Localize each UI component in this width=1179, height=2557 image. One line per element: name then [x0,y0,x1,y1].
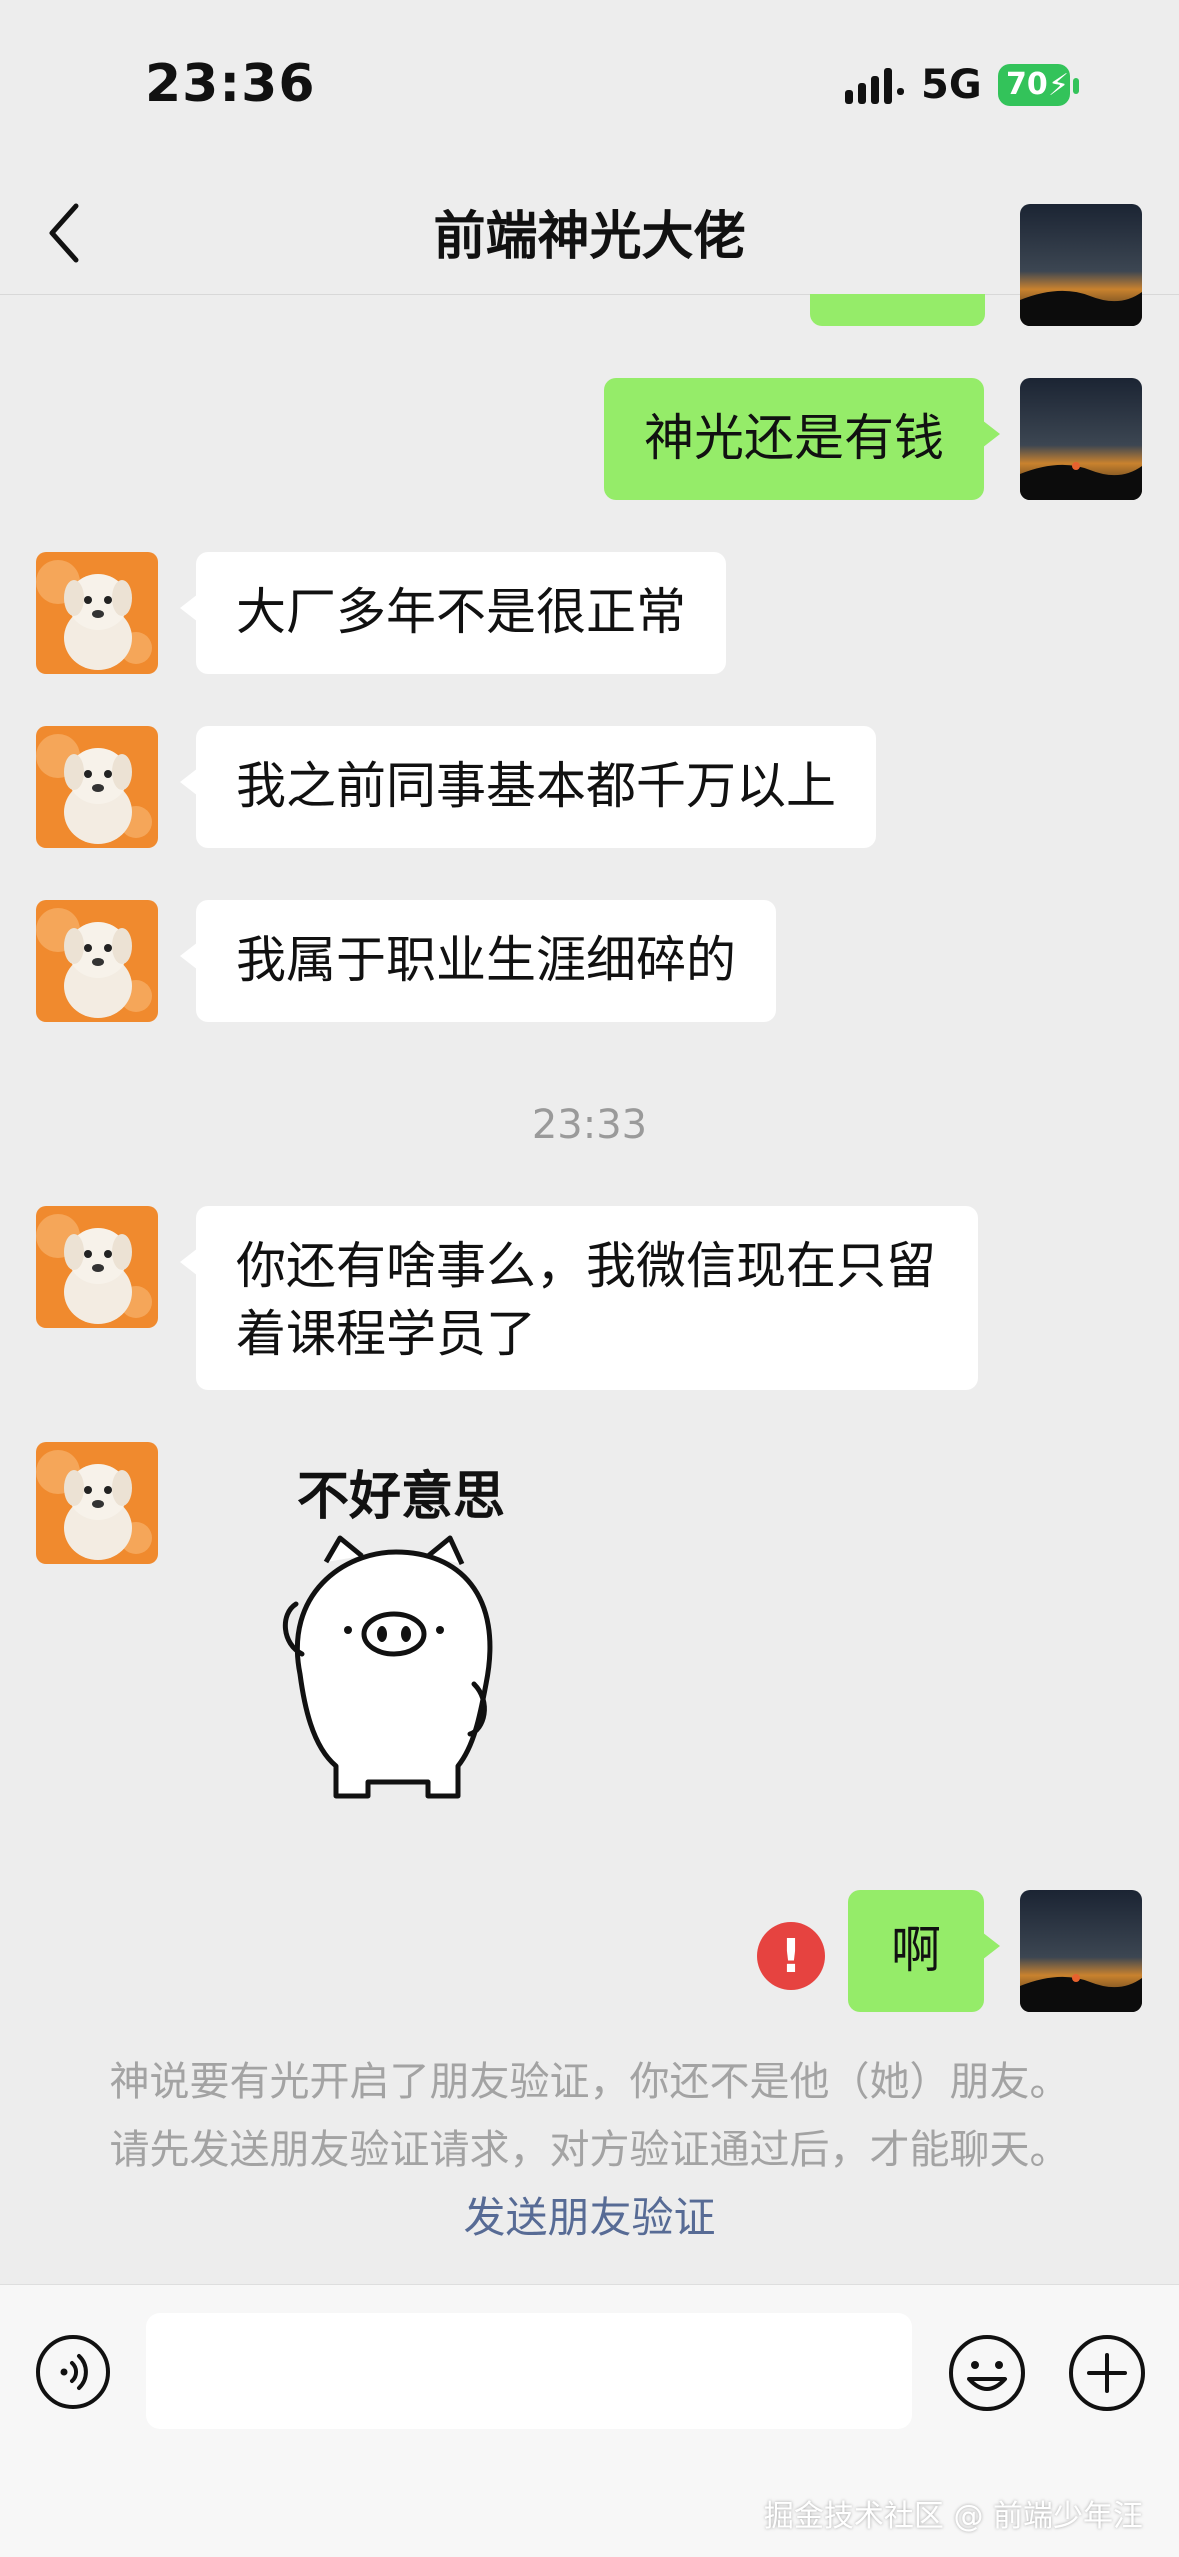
send-verification-link[interactable]: 发送朋友验证 [40,2184,1139,2252]
message-bubble-received[interactable]: 我之前同事基本都千万以上 [180,726,876,848]
message-bubble-sent[interactable]: 神光还是有钱 [604,378,1000,500]
dog-avatar-image [36,1206,158,1328]
status-time: 23:36 [145,54,316,114]
avatar[interactable] [36,1206,158,1328]
input-bar: 掘金技术社区 @ 前端少年汪 [0,2284,1179,2557]
battery-icon: 70 ⚡ [998,64,1082,108]
self-avatar-image [1020,378,1142,500]
message-text: 神光还是有钱 [644,409,944,467]
message-bubble-received[interactable]: 你还有啥事么，我微信现在只留着课程学员了 [180,1206,978,1390]
status-bar: 23:36 5G 70 ⚡ [0,0,1179,170]
notice-line-1: 神说要有光开启了朋友验证，你还不是他（她）朋友。 [109,2059,1070,2105]
message-input[interactable] [146,2313,912,2429]
self-avatar-image [1020,204,1142,326]
message-text: 你还有啥事么，我微信现在只留着课程学员了 [236,1237,936,1363]
avatar[interactable] [1020,204,1142,326]
avatar[interactable] [36,1442,158,1564]
avatar[interactable] [36,726,158,848]
avatar[interactable] [1020,378,1142,500]
friend-verification-notice: 神说要有光开启了朋友验证，你还不是他（她）朋友。 请先发送朋友验证请求，对方验证… [40,2048,1139,2252]
sticker-message[interactable]: 不好意思 [266,1454,536,1816]
battery-level: 70 [1006,67,1048,102]
avatar[interactable] [36,552,158,674]
plus-icon[interactable] [1067,2333,1147,2413]
chat-title: 前端神光大佬 [433,207,746,267]
message-bubble-received[interactable]: 我属于职业生涯细碎的 [180,900,776,1022]
charging-bolt-icon: ⚡ [1048,68,1070,103]
message-text: 大厂多年不是很正常 [236,583,686,641]
dog-avatar-image [36,726,158,848]
voice-icon[interactable] [34,2333,112,2411]
message-bubble-received[interactable]: 大厂多年不是很正常 [180,552,726,674]
battery-cap [1073,78,1079,94]
message-text: 我之前同事基本都千万以上 [236,757,836,815]
avatar[interactable] [36,900,158,1022]
pig-sticker [282,1535,493,1799]
emoji-icon[interactable] [947,2333,1027,2413]
partial-message-bubble [810,294,985,326]
signal-icon [845,68,904,104]
message-text: 我属于职业生涯细碎的 [236,931,736,989]
message-list[interactable]: 神光还是有钱 大厂多年不是很正常 我之前同事基本都千万以上 我属于职业生涯细碎的… [0,204,1179,2284]
dog-avatar-image [36,552,158,674]
timestamp: 23:33 [531,1102,648,1148]
chat-header: 前端神光大佬 [0,170,1179,295]
message-text: 啊 [891,1921,941,1979]
dog-avatar-image [36,1442,158,1564]
sticker-caption: 不好意思 [296,1467,505,1527]
avatar[interactable] [1020,1890,1142,2012]
notice-line-2: 请先发送朋友验证请求，对方验证通过后，才能聊天。 [109,2127,1070,2173]
watermark: 掘金技术社区 @ 前端少年汪 [763,2499,1143,2534]
network-type: 5G [921,62,982,108]
message-bubble-sent[interactable]: 啊 [848,1890,1000,2012]
battery-body: 70 ⚡ [998,64,1070,106]
self-avatar-image [1020,1890,1142,2012]
dog-avatar-image [36,900,158,1022]
error-icon[interactable]: ! [757,1922,825,1990]
